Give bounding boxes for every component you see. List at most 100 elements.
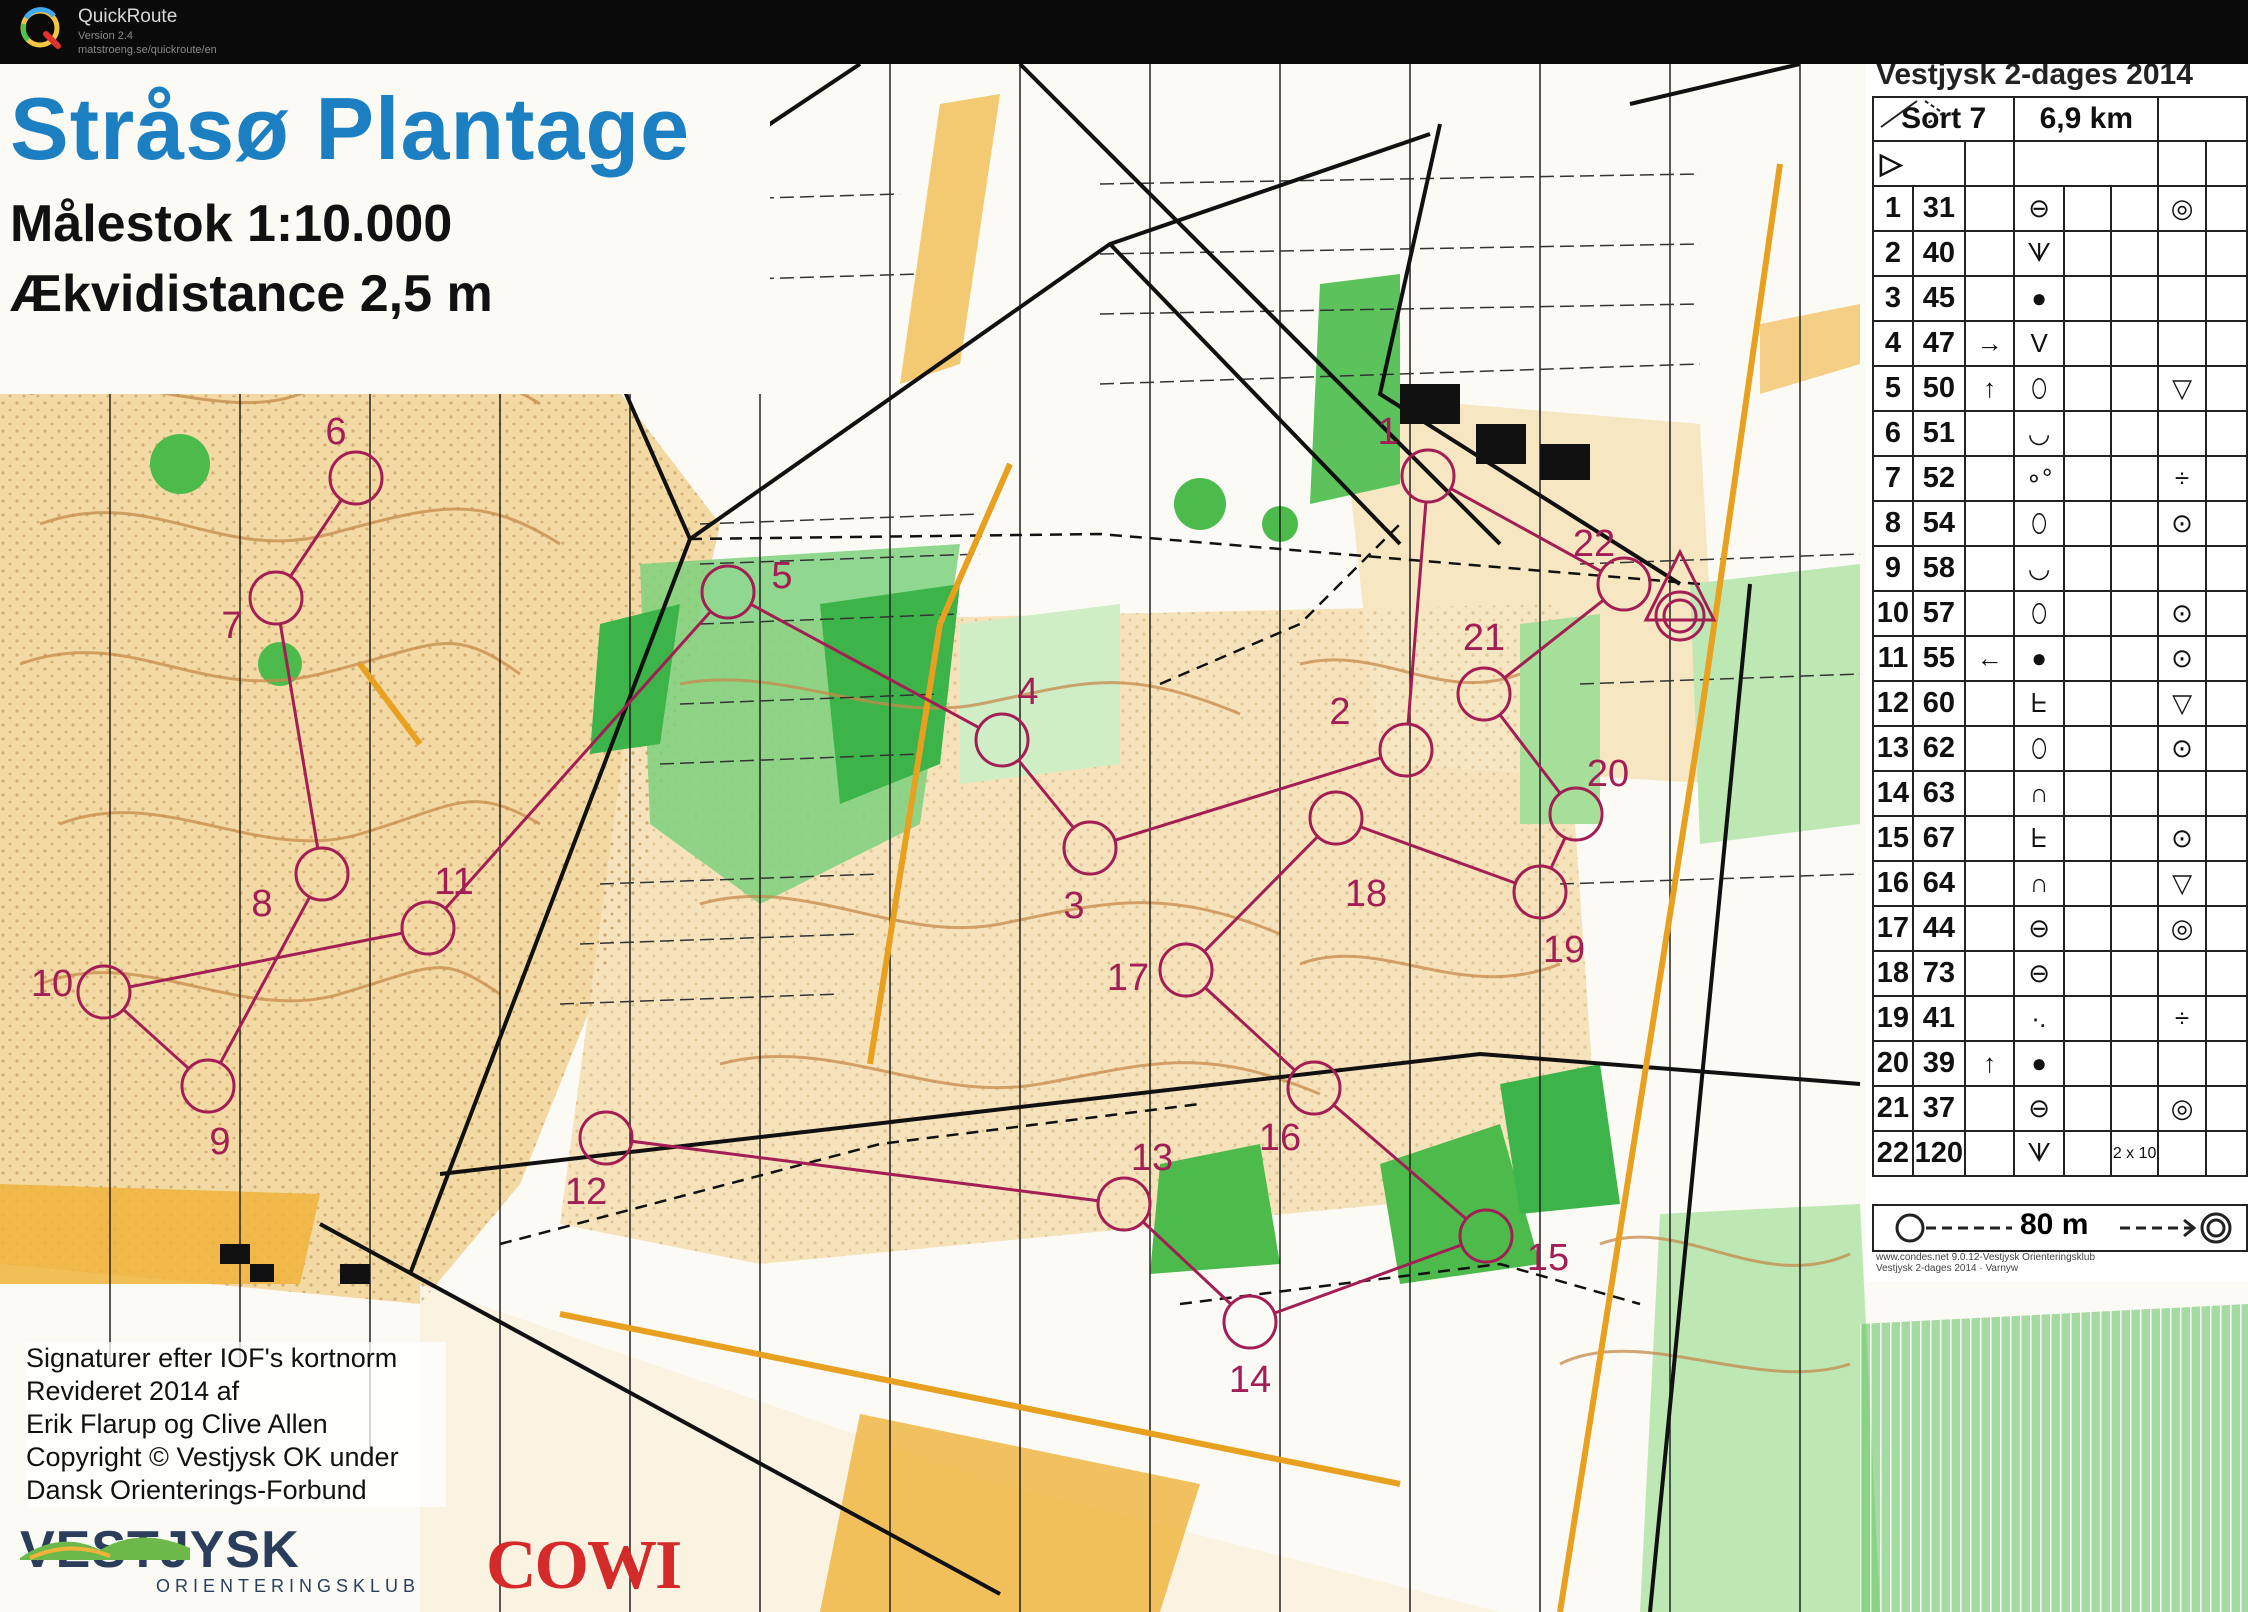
control-code: 37 [1911, 1085, 1966, 1132]
control-detail [2109, 725, 2160, 772]
control-feature-icon: ⊖ [2013, 950, 2065, 997]
start-location-icon [1880, 100, 1945, 128]
control-number: 7 [1872, 455, 1914, 502]
control-code: 64 [1911, 860, 1966, 907]
control-other [2204, 860, 2248, 907]
control-direction [1963, 1085, 2016, 1132]
control-position-icon [2157, 545, 2207, 592]
course-length: 6,9 km [2013, 96, 2160, 142]
app-version: Version 2.4 [78, 30, 134, 42]
control-position-icon: ÷ [2157, 995, 2207, 1042]
control-detail [2109, 275, 2160, 322]
control-other [2204, 815, 2248, 862]
control-position-icon [2157, 410, 2207, 457]
control-label: 21 [1463, 617, 1505, 659]
control-other [2204, 680, 2248, 727]
start-row: ▷ [1872, 100, 2248, 187]
control-code: 57 [1911, 590, 1966, 637]
control-position-icon: ◎ [2157, 1085, 2207, 1132]
control-number: 22 [1872, 1130, 1914, 1177]
control-feature-icon: ᖶ [2013, 815, 2065, 862]
credit-line: Copyright © Vestjysk OK under [26, 1442, 399, 1472]
control-detail [2109, 680, 2160, 727]
control-detail [2109, 950, 2160, 997]
credit-line: Dansk Orienterings-Forbund [26, 1475, 367, 1505]
control-code: 58 [1911, 545, 1966, 592]
control-number: 15 [1872, 815, 1914, 862]
control-feature-icon: V [2013, 320, 2065, 367]
control-number: 6 [1872, 410, 1914, 457]
control-row: 2 40 ᗐ [1872, 230, 2248, 277]
control-row: 13 62 ⬯ ⊙ [1872, 725, 2248, 772]
control-other [2204, 410, 2248, 457]
control-feature-icon: ◡ [2013, 410, 2065, 457]
control-code: 73 [1911, 950, 1966, 997]
control-position-icon: ⊙ [2157, 635, 2207, 682]
control-position-icon [2157, 770, 2207, 817]
control-label: 22 [1573, 523, 1615, 565]
header-blank [2157, 96, 2248, 142]
control-appearance [2062, 365, 2112, 412]
control-row: 21 37 ⊖ ◎ [1872, 1085, 2248, 1132]
control-appearance [2062, 680, 2112, 727]
control-code: 120 [1911, 1130, 1966, 1177]
control-other [2204, 635, 2248, 682]
orienteering-map[interactable]: 1 2 3 4 5 6 7 8 9 10 11 12 13 14 15 16 17 18 19 20 21 22 Strå… [0, 64, 2248, 1612]
control-detail [2109, 185, 2160, 232]
control-feature-icon: ⬯ [2013, 590, 2065, 637]
control-number: 11 [1872, 635, 1914, 682]
control-feature-icon: ⬯ [2013, 365, 2065, 412]
control-direction [1963, 275, 2016, 322]
control-position-icon [2157, 275, 2207, 322]
control-row: 14 63 ∩ [1872, 770, 2248, 817]
quickroute-logo-icon [20, 7, 61, 49]
control-label: 9 [209, 1121, 230, 1163]
control-row: 6 51 ◡ [1872, 410, 2248, 457]
control-row: 11 55 ← ● ⊙ [1872, 635, 2248, 682]
control-direction: ↑ [1963, 1040, 2016, 1087]
control-direction [1963, 995, 2016, 1042]
control-appearance [2062, 320, 2112, 367]
control-appearance [2062, 590, 2112, 637]
control-label: 7 [221, 605, 242, 647]
control-direction: ↑ [1963, 365, 2016, 412]
control-row: 16 64 ∩ ▽ [1872, 860, 2248, 907]
control-detail [2109, 1085, 2160, 1132]
control-appearance [2062, 410, 2112, 457]
control-number: 4 [1872, 320, 1914, 367]
start-cell [2157, 140, 2207, 187]
control-feature-icon: ∘° [2013, 455, 2065, 502]
map-contour-interval: Ækvidistance 2,5 m [10, 265, 493, 323]
control-number: 5 [1872, 365, 1914, 412]
control-position-icon: ⊙ [2157, 500, 2207, 547]
control-row: 12 60 ᖶ ▽ [1872, 680, 2248, 727]
control-code: 45 [1911, 275, 1966, 322]
control-row: 4 47 → V [1872, 320, 2248, 367]
control-other [2204, 1040, 2248, 1087]
control-position-icon: ⊙ [2157, 590, 2207, 637]
control-detail [2109, 230, 2160, 277]
control-row: 10 57 ⬯ ⊙ [1872, 590, 2248, 637]
event-name: Vestjysk 2-dages 2014 [1876, 64, 2193, 91]
control-label: 2 [1329, 691, 1350, 733]
app-url[interactable]: matstroeng.se/quickroute/en [78, 44, 217, 56]
control-direction [1963, 680, 2016, 727]
control-position-icon: ▽ [2157, 365, 2207, 412]
control-direction [1963, 590, 2016, 637]
control-detail [2109, 365, 2160, 412]
credit-line: Erik Flarup og Clive Allen [26, 1409, 328, 1439]
control-direction [1963, 725, 2016, 772]
control-code: 47 [1911, 320, 1966, 367]
control-row: 15 67 ᖶ ⊙ [1872, 815, 2248, 862]
control-code: 63 [1911, 770, 1966, 817]
control-position-icon [2157, 320, 2207, 367]
control-detail [2109, 995, 2160, 1042]
control-description-table: Sort 7 6,9 km ▷ 1 31 ⊖ ◎ 2 40 ᗐ 3 45 ● 4 47 → V 5 50 ↑ ⬯ ▽… [1871, 96, 2248, 1177]
control-other [2204, 590, 2248, 637]
control-appearance [2062, 545, 2112, 592]
control-position-icon [2157, 230, 2207, 277]
credit-line: Revideret 2014 af [26, 1376, 240, 1406]
control-detail [2109, 410, 2160, 457]
control-label: 13 [1131, 1137, 1173, 1179]
control-appearance [2062, 905, 2112, 952]
